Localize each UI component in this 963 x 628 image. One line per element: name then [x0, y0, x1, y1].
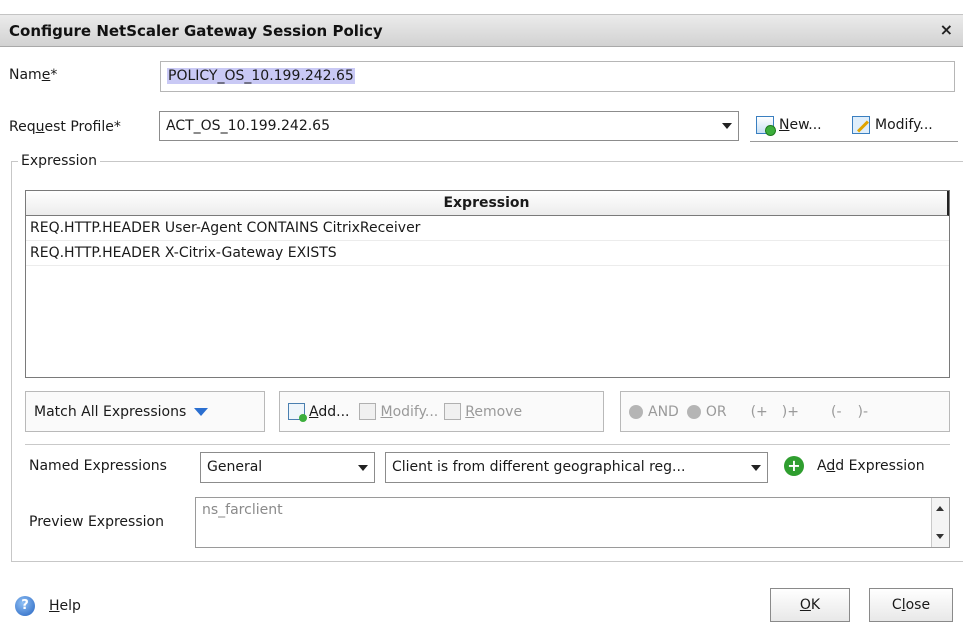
- scroll-up-icon[interactable]: [936, 506, 944, 511]
- and-button[interactable]: AND: [629, 404, 679, 420]
- preview-expression-field[interactable]: ns_farclient: [195, 497, 950, 548]
- help-icon: ?: [15, 596, 35, 616]
- neg-close-button[interactable]: )-: [858, 404, 869, 420]
- add-icon: [288, 403, 307, 422]
- operator-toolbar: AND OR (+ )+ (- )-: [620, 391, 950, 432]
- match-all-label: Match All Expressions: [34, 403, 187, 420]
- modify-expression-button[interactable]: Modify...: [359, 403, 438, 420]
- remove-icon: [444, 403, 462, 420]
- chevron-down-icon: [722, 123, 732, 129]
- scrollbar[interactable]: [931, 498, 949, 547]
- and-label: AND: [648, 403, 679, 420]
- edit-icon: [359, 403, 377, 420]
- close-icon[interactable]: ×: [940, 20, 953, 39]
- named-expression-value: Client is from different geographical re…: [392, 459, 686, 475]
- add-expression-label: Add...: [309, 403, 350, 420]
- category-value: General: [207, 459, 263, 475]
- new-profile-button[interactable]: New...: [756, 116, 822, 136]
- name-field[interactable]: POLICY_OS_10.199.242.65: [160, 61, 955, 92]
- request-profile-select[interactable]: ACT_OS_10.199.242.65: [159, 111, 739, 141]
- neg-open-button[interactable]: (-: [831, 404, 842, 420]
- add-named-expression-label: Add Expression: [817, 458, 925, 474]
- name-value: POLICY_OS_10.199.242.65: [167, 68, 355, 84]
- request-profile-label: Request Profile*: [9, 119, 121, 135]
- request-profile-value: ACT_OS_10.199.242.65: [166, 118, 330, 134]
- preview-expression-value: ns_farclient: [202, 502, 283, 518]
- edit-icon: [852, 116, 870, 134]
- expression-table[interactable]: Expression REQ.HTTP.HEADER User-Agent CO…: [25, 190, 950, 378]
- preview-expression-label: Preview Expression: [29, 514, 164, 530]
- buttons-underline: [750, 141, 958, 142]
- close-button[interactable]: Close: [869, 588, 953, 622]
- help-label: Help: [49, 598, 81, 614]
- expression-edit-toolbar: Add... Modify... Remove: [279, 391, 604, 432]
- plus-icon: +: [784, 456, 804, 476]
- add-named-expression-button[interactable]: + Add Expression: [784, 456, 925, 476]
- and-icon: [629, 404, 643, 419]
- modify-profile-button[interactable]: Modify...: [852, 116, 933, 134]
- new-icon: [756, 116, 776, 136]
- or-button[interactable]: OR: [686, 403, 727, 420]
- remove-expression-label: Remove: [465, 403, 523, 420]
- table-row[interactable]: REQ.HTTP.HEADER User-Agent CONTAINS Citr…: [26, 216, 949, 241]
- new-profile-label: New...: [779, 117, 822, 133]
- paren-open-button[interactable]: (+: [751, 404, 768, 420]
- remove-expression-button[interactable]: Remove: [444, 403, 522, 420]
- or-label: OR: [705, 403, 727, 420]
- modify-expression-label: Modify...: [380, 403, 439, 420]
- named-expression-select[interactable]: Client is from different geographical re…: [385, 452, 768, 483]
- match-all-dropdown[interactable]: Match All Expressions: [25, 391, 265, 432]
- dialog-title: Configure NetScaler Gateway Session Poli…: [9, 22, 383, 40]
- help-link[interactable]: ? Help: [15, 596, 81, 616]
- caret-down-icon: [194, 407, 209, 416]
- paren-close-button[interactable]: )+: [782, 404, 799, 420]
- named-expressions-label: Named Expressions: [29, 458, 167, 474]
- add-expression-button[interactable]: Add...: [288, 403, 350, 422]
- ok-button[interactable]: OK: [770, 588, 850, 622]
- divider: [25, 444, 950, 445]
- modify-profile-label: Modify...: [875, 117, 933, 133]
- expression-column-header[interactable]: Expression: [26, 191, 949, 216]
- expression-legend: Expression: [21, 153, 97, 169]
- dialog-titlebar: Configure NetScaler Gateway Session Poli…: [0, 14, 963, 47]
- name-label: Name*: [9, 67, 58, 83]
- or-icon: [686, 404, 701, 419]
- scroll-down-icon[interactable]: [936, 534, 944, 539]
- table-row[interactable]: REQ.HTTP.HEADER X-Citrix-Gateway EXISTS: [26, 241, 949, 266]
- chevron-down-icon: [751, 464, 761, 471]
- named-expression-category-select[interactable]: General: [200, 452, 375, 483]
- chevron-down-icon: [358, 464, 368, 471]
